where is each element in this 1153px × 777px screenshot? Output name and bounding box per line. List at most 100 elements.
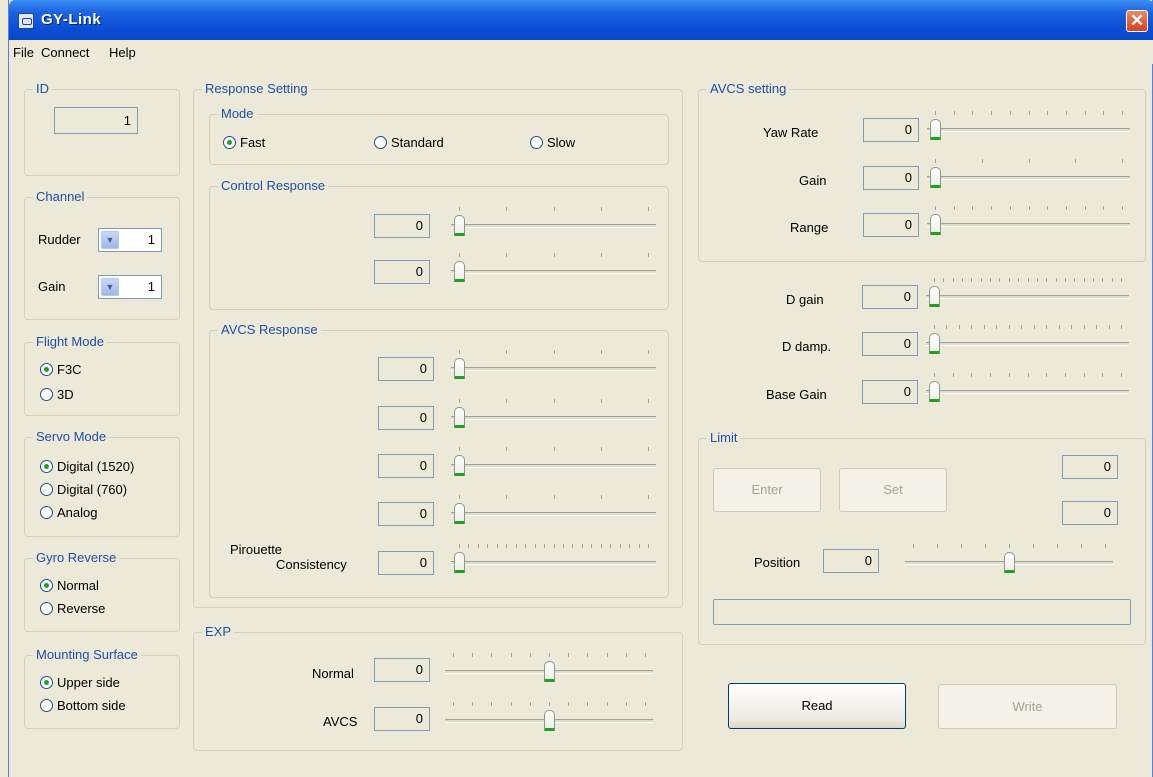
- d-damp-field[interactable]: 0: [862, 332, 918, 356]
- close-button[interactable]: ✕: [1126, 10, 1148, 32]
- slider-thumb[interactable]: [930, 167, 941, 188]
- slider-tick: [525, 544, 527, 548]
- avcs-gain-field[interactable]: 0: [863, 166, 919, 190]
- pirouette-label-line1: Pirouette: [230, 542, 283, 557]
- pirouette-consistency-field[interactable]: 0: [378, 551, 434, 575]
- radio-icon[interactable]: [40, 698, 53, 712]
- exp-avcs-field[interactable]: 0: [374, 707, 430, 731]
- slider-thumb[interactable]: [454, 358, 465, 379]
- slider-thumb[interactable]: [929, 286, 940, 307]
- flight-mode-3d-radio[interactable]: 3D: [40, 386, 74, 402]
- menu-file[interactable]: File: [13, 45, 34, 60]
- position-field[interactable]: 0: [823, 549, 879, 573]
- control-response-slider-2[interactable]: [451, 253, 656, 283]
- d-gain-field[interactable]: 0: [862, 285, 918, 309]
- chevron-down-icon[interactable]: ▼: [101, 231, 119, 249]
- menu-help[interactable]: Help: [109, 45, 136, 60]
- mounting-bottom-side-radio[interactable]: Bottom side: [40, 697, 126, 713]
- menu-connect[interactable]: Connect: [41, 45, 89, 60]
- servo-mode-analog-radio[interactable]: Analog: [40, 504, 97, 520]
- radio-selected-icon[interactable]: [40, 675, 53, 689]
- radio-selected-icon[interactable]: [40, 459, 53, 473]
- control-response-field-2[interactable]: 0: [374, 260, 430, 284]
- gyro-reverse-normal-radio[interactable]: Normal: [40, 577, 99, 593]
- slider-thumb[interactable]: [454, 261, 465, 282]
- avcs-gain-slider[interactable]: [927, 159, 1130, 189]
- radio-icon[interactable]: [40, 505, 53, 519]
- mode-standard-radio[interactable]: Standard: [374, 134, 444, 150]
- slider-thumb[interactable]: [544, 710, 555, 731]
- flight-mode-f3c-radio[interactable]: F3C: [40, 361, 82, 377]
- avcs-response-slider-1[interactable]: [451, 350, 656, 380]
- range-slider[interactable]: [927, 206, 1130, 236]
- radio-selected-icon[interactable]: [40, 578, 53, 592]
- slider-tick: [562, 544, 564, 548]
- servo-mode-digital-1520-radio[interactable]: Digital (1520): [40, 458, 134, 474]
- base-gain-slider[interactable]: [926, 373, 1129, 403]
- slider-tick: [459, 544, 460, 548]
- exp-normal-field[interactable]: 0: [374, 658, 430, 682]
- slider-thumb[interactable]: [930, 214, 941, 235]
- slider-thumb[interactable]: [454, 503, 465, 524]
- yaw-rate-field[interactable]: 0: [863, 118, 919, 142]
- avcs-response-field-2[interactable]: 0: [378, 406, 434, 430]
- slider-thumb[interactable]: [454, 552, 465, 573]
- slider-thumb[interactable]: [929, 333, 940, 354]
- avcs-response-field-4[interactable]: 0: [378, 502, 434, 526]
- control-response-slider-1[interactable]: [451, 207, 656, 237]
- limit-value-top-field[interactable]: 0: [1062, 455, 1118, 479]
- radio-selected-icon[interactable]: [40, 362, 53, 376]
- control-response-field-1[interactable]: 0: [374, 214, 430, 238]
- slider-track: [451, 270, 656, 274]
- position-slider[interactable]: [905, 544, 1113, 574]
- slider-tick: [648, 399, 649, 403]
- gyro-reverse-reverse-radio[interactable]: Reverse: [40, 600, 105, 616]
- radio-icon[interactable]: [40, 387, 53, 401]
- yaw-rate-slider[interactable]: [927, 111, 1130, 141]
- enter-button[interactable]: Enter: [713, 468, 821, 512]
- servo-mode-digital-760-radio[interactable]: Digital (760): [40, 481, 127, 497]
- set-button[interactable]: Set: [839, 468, 947, 512]
- avcs-response-slider-2[interactable]: [451, 399, 656, 429]
- write-button[interactable]: Write: [938, 684, 1117, 729]
- slider-track: [927, 176, 1130, 180]
- radio-selected-icon[interactable]: [223, 135, 236, 149]
- radio-icon[interactable]: [40, 601, 53, 615]
- exp-group: EXP Normal 0 AVCS 0: [193, 624, 683, 751]
- slider-thumb[interactable]: [1004, 552, 1015, 573]
- radio-icon[interactable]: [530, 135, 543, 149]
- read-button[interactable]: Read: [728, 683, 906, 729]
- slider-tick: [1027, 373, 1029, 377]
- limit-value-bottom-field[interactable]: 0: [1062, 501, 1118, 525]
- chevron-down-icon[interactable]: ▼: [101, 278, 119, 296]
- slider-track: [926, 390, 1129, 394]
- avcs-response-slider-3[interactable]: [451, 447, 656, 477]
- slider-thumb[interactable]: [929, 381, 940, 402]
- mode-fast-radio[interactable]: Fast: [223, 134, 265, 150]
- mounting-upper-side-radio[interactable]: Upper side: [40, 674, 120, 690]
- avcs-response-field-3[interactable]: 0: [378, 454, 434, 478]
- exp-normal-slider[interactable]: [445, 653, 653, 683]
- slider-thumb[interactable]: [454, 407, 465, 428]
- id-field[interactable]: 1: [54, 107, 138, 134]
- d-gain-slider[interactable]: [926, 278, 1129, 308]
- rudder-channel-select[interactable]: ▼ 1: [98, 228, 162, 252]
- slider-tick: [606, 653, 608, 657]
- slider-thumb[interactable]: [544, 661, 555, 682]
- radio-icon[interactable]: [374, 135, 387, 149]
- response-setting-group: Response Setting Mode Fast Standard Slow…: [193, 81, 683, 608]
- avcs-response-slider-4[interactable]: [451, 495, 656, 525]
- avcs-response-field-1[interactable]: 0: [378, 357, 434, 381]
- pirouette-consistency-slider[interactable]: [451, 544, 656, 574]
- exp-avcs-slider[interactable]: [445, 702, 653, 732]
- d-damp-slider[interactable]: [926, 325, 1129, 355]
- range-field[interactable]: 0: [863, 213, 919, 237]
- slider-thumb[interactable]: [454, 455, 465, 476]
- slider-thumb[interactable]: [454, 215, 465, 236]
- mode-slow-radio[interactable]: Slow: [530, 134, 575, 150]
- slider-thumb[interactable]: [930, 119, 941, 140]
- base-gain-field[interactable]: 0: [862, 380, 918, 404]
- gain-channel-select[interactable]: ▼ 1: [98, 275, 162, 299]
- radio-icon[interactable]: [40, 482, 53, 496]
- title-bar[interactable]: GY-Link ✕: [9, 0, 1153, 40]
